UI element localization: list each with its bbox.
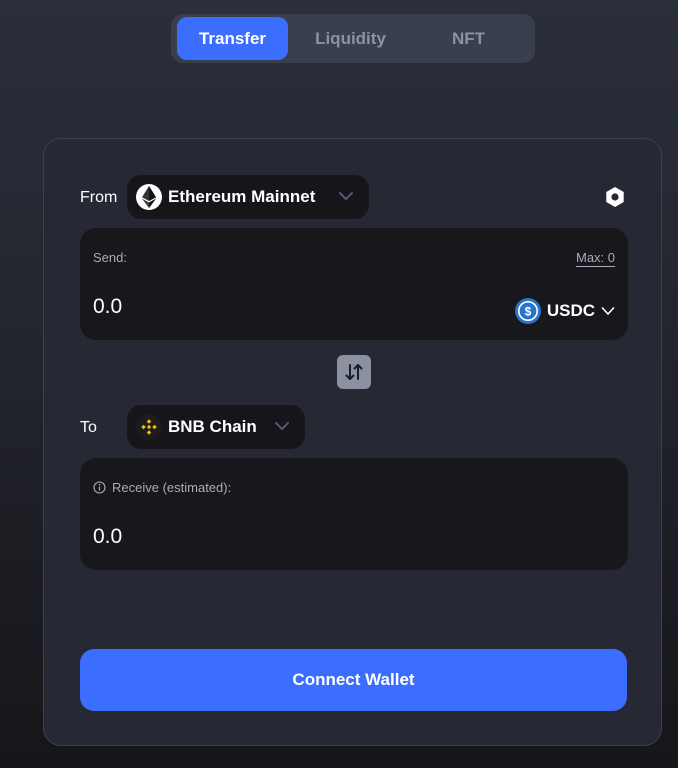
send-label: Send: (93, 250, 127, 265)
tab-transfer[interactable]: Transfer (177, 17, 288, 60)
receive-label: Receive (estimated): (112, 480, 232, 495)
from-chain-select[interactable]: Ethereum Mainnet (127, 175, 369, 219)
transfer-card: From Ethereum Mainnet Send: Max: 0 0.0 $… (43, 138, 662, 746)
token-select[interactable]: $ USDC (514, 298, 615, 324)
from-label: From (80, 189, 118, 206)
chevron-down-icon (339, 192, 353, 200)
info-icon (93, 481, 106, 494)
token-name: USDC (546, 301, 595, 320)
receive-amount: 0.0 (93, 525, 123, 548)
send-panel: Send: Max: 0 $ USDC (80, 228, 628, 340)
tab-liquidity[interactable]: Liquidity (295, 17, 406, 60)
to-chain-name: BNB Chain (168, 417, 257, 436)
receive-label-group: Receive (estimated): (93, 480, 231, 495)
chevron-down-icon (275, 422, 289, 430)
tab-bar: Transfer Liquidity NFT (171, 14, 535, 63)
max-button[interactable]: Max: 0 (576, 250, 615, 265)
connect-wallet-button[interactable]: Connect Wallet (80, 649, 627, 711)
send-amount-input[interactable] (93, 295, 393, 319)
settings-icon[interactable] (604, 186, 626, 208)
chevron-down-icon (601, 307, 615, 315)
to-chain-select[interactable]: BNB Chain (127, 405, 305, 449)
from-chain-name: Ethereum Mainnet (168, 187, 316, 206)
swap-direction-icon (345, 364, 363, 380)
to-label: To (80, 419, 97, 436)
receive-panel: Receive (estimated): 0.0 (80, 458, 628, 570)
ethereum-icon (136, 184, 162, 210)
usdc-icon: $ (514, 298, 541, 324)
bnb-icon (136, 414, 162, 440)
tab-nft[interactable]: NFT (413, 17, 524, 60)
swap-direction-button[interactable] (337, 355, 371, 389)
svg-text:$: $ (524, 305, 531, 319)
